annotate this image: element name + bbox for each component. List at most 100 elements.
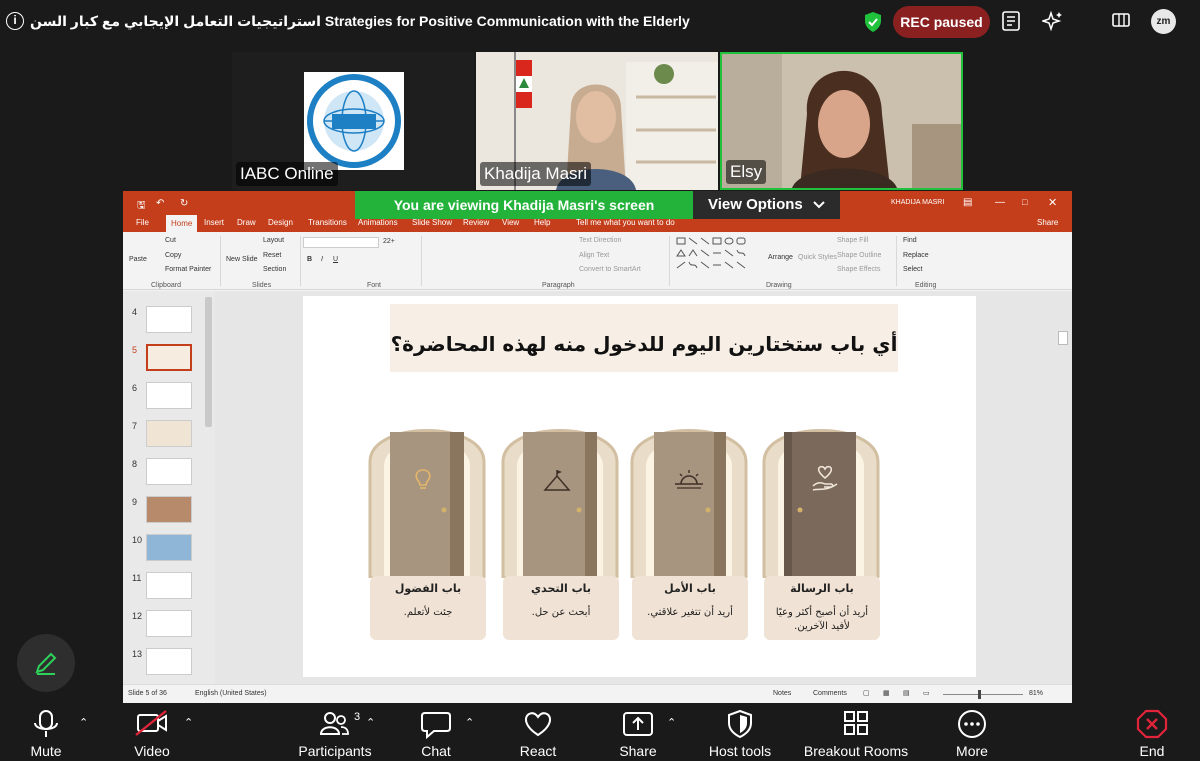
slide-editor-area[interactable]: أي باب ستختارين اليوم للدخول منه لهذه ال… (215, 291, 1072, 684)
zoom-slider-thumb[interactable] (978, 690, 981, 699)
new-slide-button[interactable]: New Slide (226, 256, 258, 263)
tab-design[interactable]: Design (268, 218, 293, 227)
share-link[interactable]: Share (1037, 218, 1058, 227)
slideshow-icon[interactable]: ▭ (923, 689, 930, 697)
notes-icon[interactable] (1001, 10, 1021, 32)
slide-thumbnail[interactable] (146, 572, 192, 599)
user-avatar[interactable]: zm (1151, 9, 1176, 34)
end-meeting-button[interactable]: End (1126, 703, 1178, 761)
shared-screen[interactable]: 🖫 ↶ ↻ KHADIJA MASRI ▤ — □ ✕ File Home In… (123, 191, 1072, 703)
zoom-slider[interactable] (943, 694, 1023, 695)
comments-button[interactable]: Comments (813, 690, 847, 697)
language-indicator[interactable]: English (United States) (195, 690, 267, 697)
participants-button[interactable]: Participants (290, 703, 380, 761)
normal-view-icon[interactable]: ▢ (863, 689, 870, 697)
more-dots-icon (958, 710, 986, 738)
audio-options-caret-icon[interactable]: ⌃ (79, 716, 88, 729)
chat-button[interactable]: Chat (410, 703, 462, 761)
shape-effects-button[interactable]: Shape Effects (837, 266, 880, 273)
align-text-button[interactable]: Align Text (579, 252, 609, 259)
video-button[interactable]: Video (124, 703, 180, 761)
participants-caret-icon[interactable]: ⌃ (366, 716, 375, 729)
zoom-level[interactable]: 81% (1029, 690, 1043, 697)
thumb-number: 9 (132, 497, 138, 507)
quick-styles-button[interactable]: Quick Styles (798, 254, 837, 261)
text-direction-button[interactable]: Text Direction (579, 237, 621, 244)
shapes-gallery[interactable] (675, 236, 761, 276)
tell-me-search[interactable]: Tell me what you want to do (576, 218, 675, 227)
shield-check-icon[interactable] (863, 11, 883, 33)
view-options-button[interactable]: View Options (693, 191, 840, 219)
notes-button[interactable]: Notes (773, 690, 791, 697)
convert-smartart-button[interactable]: Convert to SmartArt (579, 266, 641, 273)
font-size-select[interactable]: 22+ (383, 238, 395, 245)
slide-thumbnail[interactable] (146, 496, 192, 523)
annotate-button[interactable] (17, 634, 75, 692)
slide-thumbnail[interactable] (146, 534, 192, 561)
copy-button[interactable]: Copy (165, 252, 181, 259)
participant-tile-iabc[interactable]: IABC Online (232, 52, 474, 190)
host-tools-button[interactable]: Host tools (700, 703, 780, 761)
underline-button[interactable]: U (333, 256, 338, 263)
tab-animations[interactable]: Animations (358, 218, 398, 227)
replace-button[interactable]: Replace (903, 252, 929, 259)
shape-fill-button[interactable]: Shape Fill (837, 237, 868, 244)
arrange-button[interactable]: Arrange (768, 254, 793, 261)
shape-outline-button[interactable]: Shape Outline (837, 252, 881, 259)
participant-tile-khadija[interactable]: Khadija Masri (476, 52, 718, 190)
current-slide[interactable]: أي باب ستختارين اليوم للدخول منه لهذه ال… (303, 296, 976, 677)
cut-button[interactable]: Cut (165, 237, 176, 244)
slide-thumbnail[interactable] (146, 648, 192, 675)
gallery-view-icon[interactable] (1111, 10, 1131, 30)
video-options-caret-icon[interactable]: ⌃ (184, 716, 193, 729)
paste-button[interactable]: Paste (129, 256, 147, 263)
tab-file[interactable]: File (136, 218, 149, 227)
font-name-select[interactable] (303, 237, 379, 248)
share-caret-icon[interactable]: ⌃ (667, 716, 676, 729)
find-button[interactable]: Find (903, 237, 917, 244)
chat-caret-icon[interactable]: ⌃ (465, 716, 474, 729)
more-button[interactable]: More (945, 703, 999, 761)
slide-thumbnail[interactable] (146, 610, 192, 637)
ai-sparkle-icon[interactable] (1042, 10, 1064, 32)
save-icon[interactable]: 🖫 (137, 198, 146, 215)
slide-thumbnail-active[interactable] (146, 344, 192, 371)
minimize-icon[interactable]: — (995, 197, 1005, 208)
tab-view[interactable]: View (502, 218, 519, 227)
tab-insert[interactable]: Insert (204, 218, 224, 227)
participant-tile-elsy[interactable]: Elsy (720, 52, 963, 190)
undo-icon[interactable]: ↶ (156, 198, 164, 209)
ribbon-display-icon[interactable]: ▤ (963, 197, 972, 208)
mute-button[interactable]: Mute (18, 703, 74, 761)
close-icon[interactable]: ✕ (1048, 196, 1057, 209)
layout-button[interactable]: Layout (263, 237, 284, 244)
select-button[interactable]: Select (903, 266, 922, 273)
tab-transitions[interactable]: Transitions (308, 218, 347, 227)
tab-home[interactable]: Home (166, 215, 198, 232)
tab-help[interactable]: Help (534, 218, 550, 227)
tab-draw[interactable]: Draw (237, 218, 256, 227)
tab-review[interactable]: Review (463, 218, 489, 227)
reset-button[interactable]: Reset (263, 252, 281, 259)
share-button[interactable]: Share (612, 703, 664, 761)
react-button[interactable]: React (512, 703, 564, 761)
tab-slide-show[interactable]: Slide Show (412, 218, 452, 227)
slide-thumbnail[interactable] (146, 420, 192, 447)
maximize-icon[interactable]: □ (1022, 197, 1027, 207)
bold-button[interactable]: B (307, 256, 312, 263)
italic-button[interactable]: I (321, 256, 323, 263)
slide-thumbnail[interactable] (146, 458, 192, 485)
slide-sorter-icon[interactable]: ▦ (883, 689, 890, 697)
format-painter-button[interactable]: Format Painter (165, 266, 211, 273)
rec-paused-badge[interactable]: REC paused (893, 6, 990, 38)
slide-thumbnail[interactable] (146, 382, 192, 409)
slide-scroll-thumb[interactable] (1058, 331, 1068, 345)
info-icon[interactable]: i (6, 12, 24, 30)
door-card-title: باب الفضول (394, 582, 462, 595)
section-button[interactable]: Section (263, 266, 286, 273)
breakout-rooms-button[interactable]: Breakout Rooms (800, 703, 912, 761)
redo-icon[interactable]: ↻ (180, 198, 188, 209)
slide-thumbnail[interactable] (146, 306, 192, 333)
thumbnail-scrollbar[interactable] (205, 297, 212, 427)
reading-view-icon[interactable]: ▤ (903, 689, 910, 697)
